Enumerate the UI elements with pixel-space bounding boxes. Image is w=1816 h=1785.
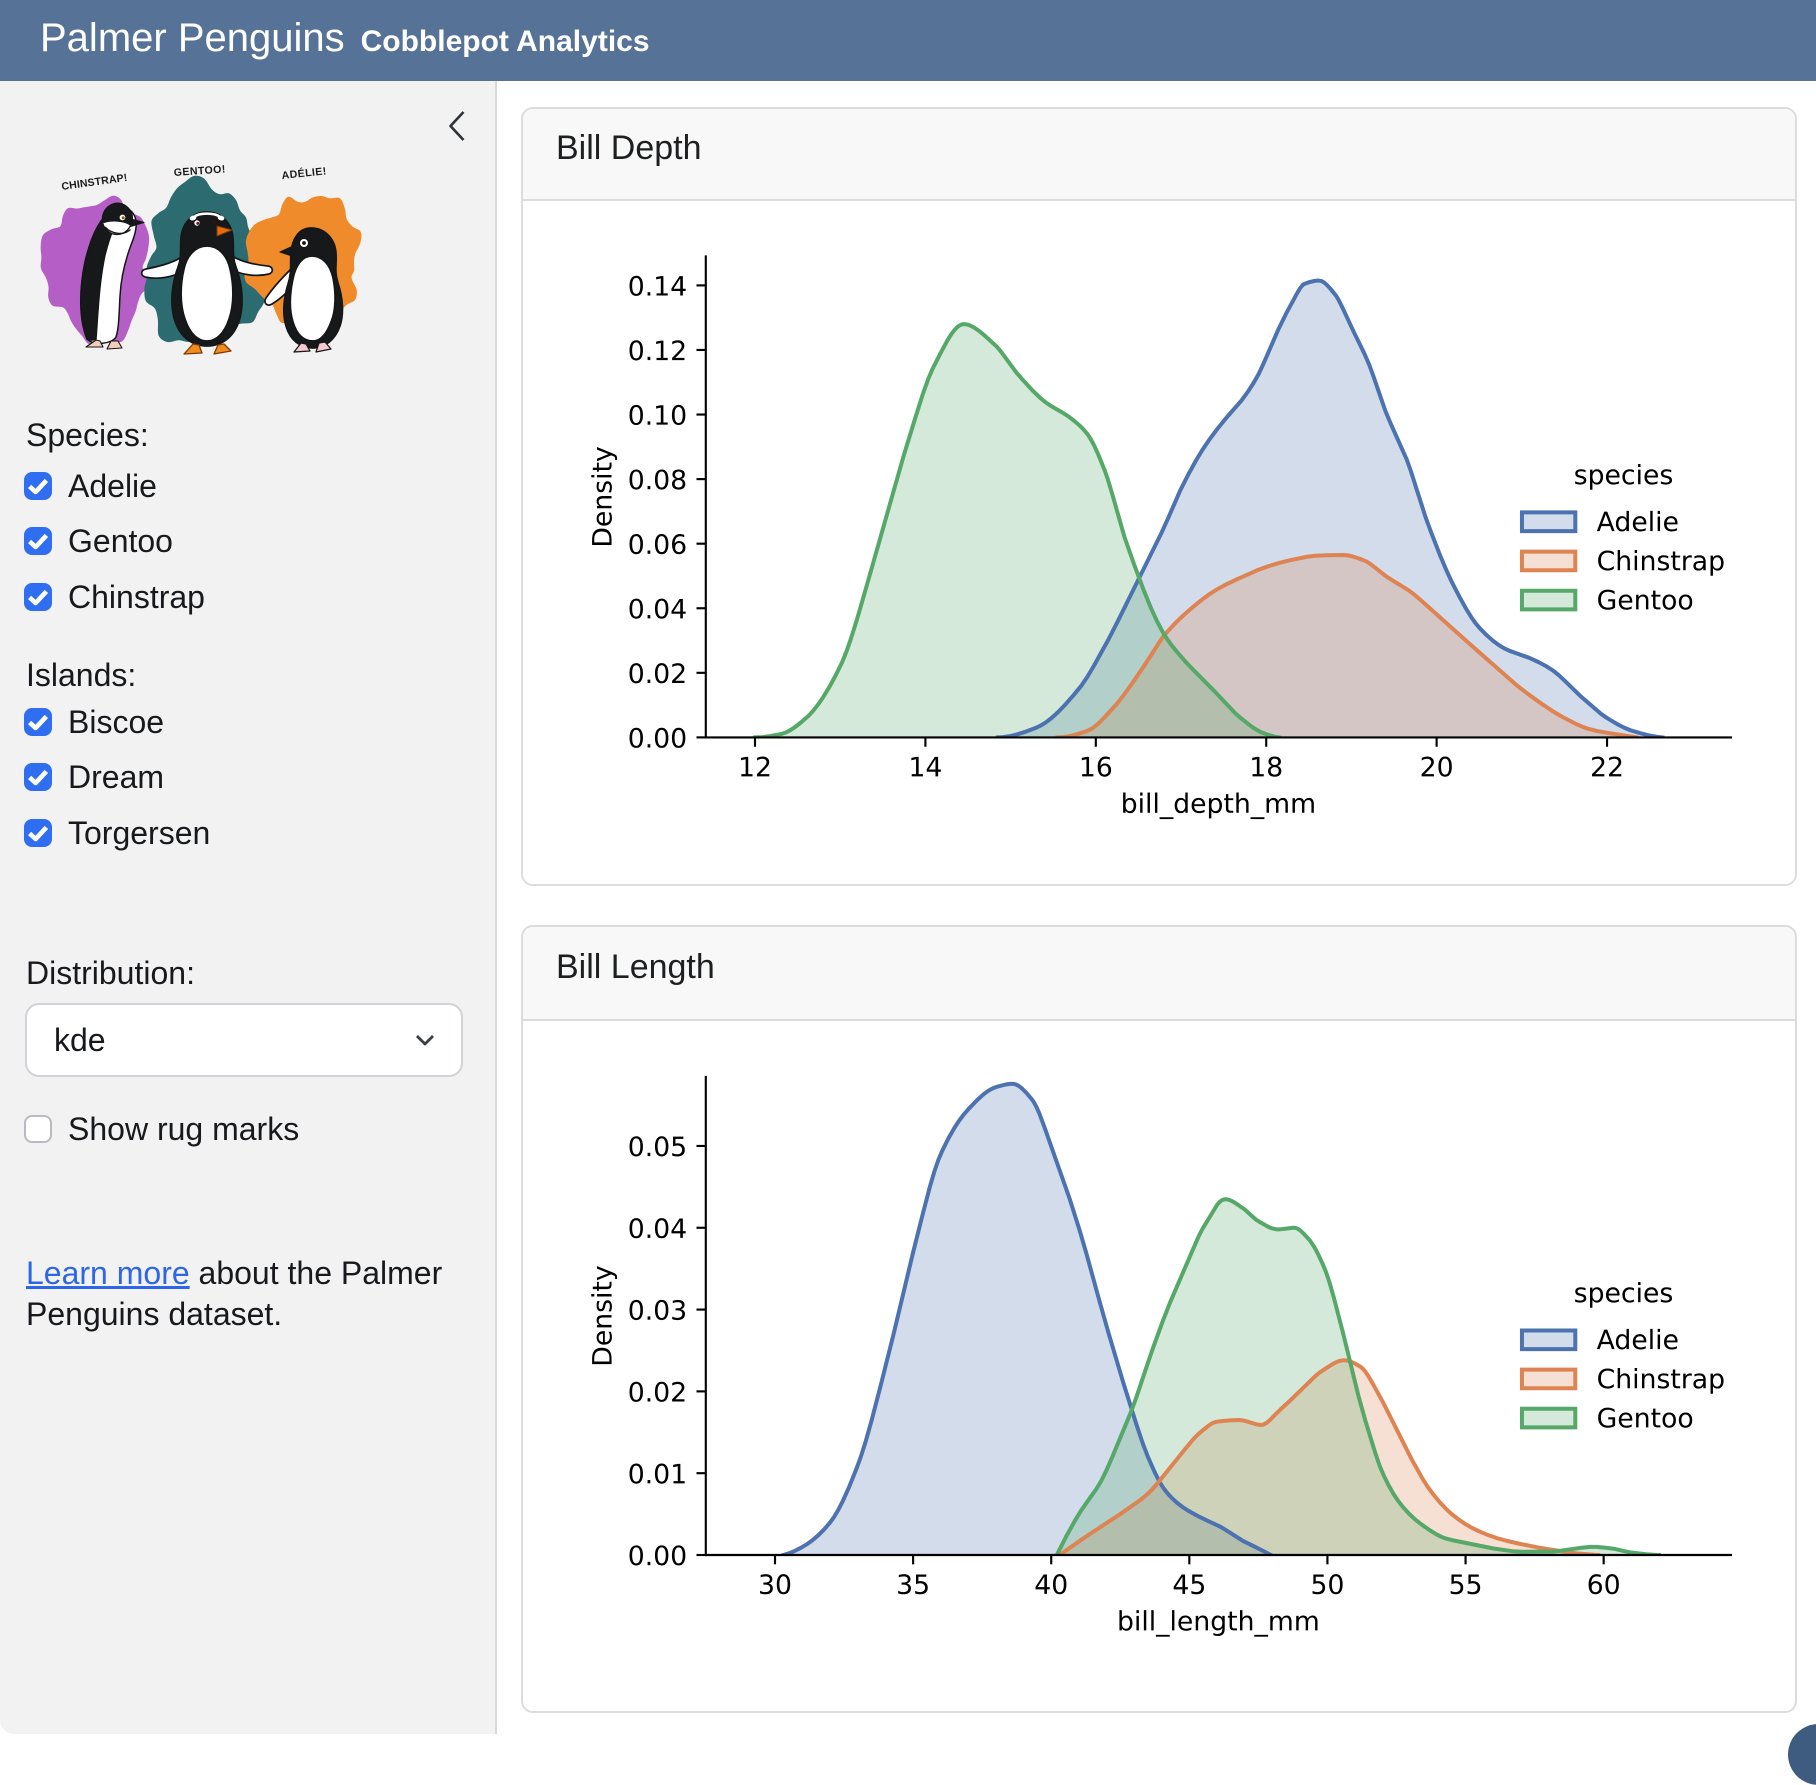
svg-text:GENTOO!: GENTOO! (173, 163, 226, 179)
svg-text:ADÉLIE!: ADÉLIE! (281, 164, 327, 182)
svg-text:CHINSTRAP!: CHINSTRAP! (61, 172, 128, 193)
